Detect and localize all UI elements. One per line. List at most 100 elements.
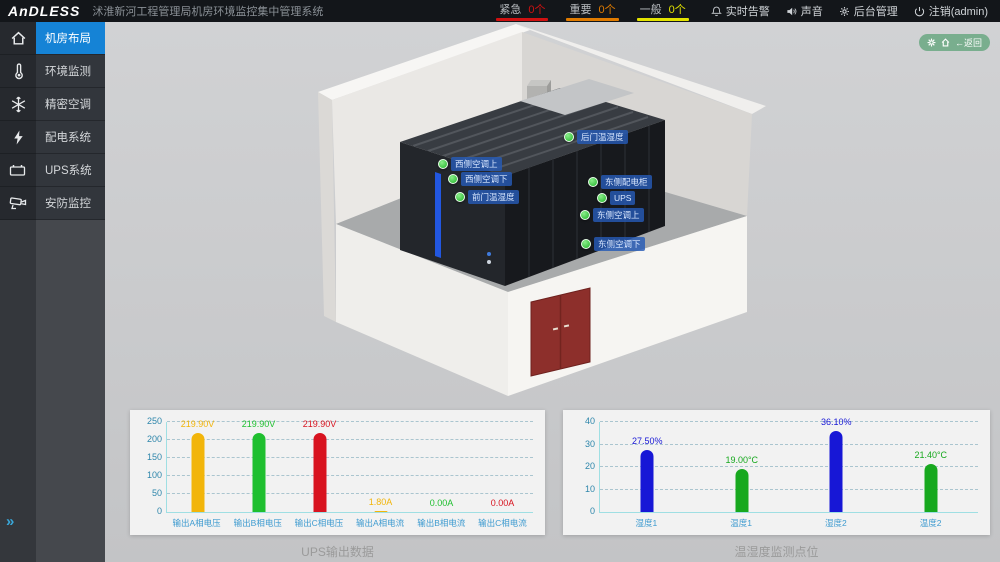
system-title: 沭淮新河工程管理局机房环境监控集中管理系统 [92, 3, 323, 19]
alarm-severity-bar [566, 18, 618, 21]
x-axis-tick: 输出B相电流 [411, 517, 472, 529]
settings-icon[interactable] [927, 38, 936, 47]
bar [830, 431, 843, 512]
x-axis-labels: 湿度1温度1湿度2温度2 [599, 517, 978, 529]
main-view: ←返回 [105, 22, 1000, 562]
alarm-stat-general[interactable]: 一般0个 [637, 1, 689, 21]
sidebar-item-environment[interactable]: 环境监测 [0, 55, 105, 88]
temp-humidity-chart: 01020304027.50%19.00°C36.10%21.40°C湿度1温度… [599, 422, 978, 513]
alarm-stats: 紧急 0个 重要0个一般0个 [496, 1, 688, 21]
marker-dot-icon [581, 239, 591, 249]
sidebar-item-hvac[interactable]: 精密空调 [0, 88, 105, 121]
bar-slot: 0.00A [411, 422, 472, 512]
marker-dot-icon [588, 177, 598, 187]
y-axis-tick: 200 [147, 434, 162, 444]
alarm-severity-bar [496, 18, 548, 21]
y-axis-tick: 40 [585, 416, 595, 426]
bar [735, 469, 748, 512]
home-icon[interactable] [941, 38, 950, 47]
alarm-count: 0个 [528, 1, 545, 17]
alarm-stat-important[interactable]: 重要0个 [566, 1, 618, 21]
sidebar-item-label: 机房布局 [36, 22, 105, 55]
sidebar-item-label: 精密空调 [36, 88, 105, 121]
marker-label: 东侧配电柜 [601, 175, 652, 189]
sidebar-item-label: UPS系统 [36, 154, 105, 187]
action-label: 声音 [801, 3, 823, 19]
y-axis-tick: 20 [585, 461, 595, 471]
y-axis-tick: 10 [585, 484, 595, 494]
marker-dot-icon [448, 174, 458, 184]
rack-marker[interactable]: 东侧配电柜 [588, 175, 652, 189]
bar-slot: 19.00°C [695, 422, 790, 512]
bar [374, 511, 387, 512]
action-label: 后台管理 [854, 3, 898, 19]
chart-plot-area: 01020304027.50%19.00°C36.10%21.40°C [599, 422, 978, 513]
logout-button[interactable]: 注销(admin) [914, 3, 988, 19]
action-label: 注销(admin) [929, 3, 988, 19]
ups-output-chart-panel: 050100150200250219.90V219.90V219.90V1.80… [130, 410, 545, 535]
sidebar-filler [0, 220, 105, 562]
realtime-alerts-button[interactable]: 实时告警 [711, 3, 770, 19]
y-axis-tick: 100 [147, 470, 162, 480]
alarm-severity-bar [637, 18, 689, 21]
bars-container: 27.50%19.00°C36.10%21.40°C [600, 422, 978, 512]
app-logo: AnDLESS [8, 3, 80, 19]
marker-label: 东侧空调上 [593, 208, 644, 222]
marker-dot-icon [455, 192, 465, 202]
sidebar-label-column [36, 220, 105, 562]
rack-marker[interactable]: 后门温湿度 [564, 130, 628, 144]
bar [252, 433, 265, 512]
bar-slot: 219.90V [167, 422, 228, 512]
rack-marker[interactable]: 前门温湿度 [455, 190, 519, 204]
bar-value-label: 21.40°C [914, 450, 947, 460]
chart-plot-area: 050100150200250219.90V219.90V219.90V1.80… [166, 422, 533, 513]
bar-value-label: 219.90V [181, 419, 215, 429]
action-label: 实时告警 [726, 3, 770, 19]
sidebar-item-video[interactable]: 安防监控 [0, 187, 105, 220]
rack-marker[interactable]: 西侧空调上 [438, 157, 502, 171]
sidebar-item-power[interactable]: 配电系统 [0, 121, 105, 154]
scene-toolbar[interactable]: ←返回 [919, 34, 990, 51]
y-axis-tick: 50 [152, 488, 162, 498]
bar-value-label: 0.00A [430, 498, 454, 508]
bar-value-label: 27.50% [632, 436, 663, 446]
sidebar: 机房布局环境监测精密空调配电系统UPS系统安防监控 » [0, 22, 105, 562]
rack-marker[interactable]: 东侧空调下 [581, 237, 645, 251]
bar-slot: 21.40°C [884, 422, 979, 512]
alarm-label: 紧急 [499, 1, 521, 17]
header-actions: 实时告警 声音 后台管理 注销(admin) [711, 3, 988, 19]
camera-icon [0, 187, 36, 220]
room-3d-view[interactable] [105, 22, 1000, 412]
x-axis-labels: 输出A相电压输出B相电压输出C相电压输出A相电流输出B相电流输出C相电流 [166, 517, 533, 529]
sidebar-expand-chevron[interactable]: » [6, 513, 14, 530]
bar-value-label: 219.90V [242, 419, 276, 429]
rack-marker[interactable]: 西侧空调下 [448, 172, 512, 186]
back-button[interactable]: ←返回 [955, 36, 982, 49]
admin-button[interactable]: 后台管理 [839, 3, 898, 19]
bar [313, 433, 326, 512]
lightning-icon [0, 121, 36, 154]
battery-icon [0, 154, 36, 187]
marker-dot-icon [580, 210, 590, 220]
bar-value-label: 1.80A [369, 497, 393, 507]
rack-indicator-light [487, 260, 491, 264]
y-axis-tick: 150 [147, 452, 162, 462]
gear-icon [839, 6, 850, 17]
alarm-stat-urgent[interactable]: 紧急 0个 [496, 1, 548, 21]
sidebar-item-label: 配电系统 [36, 121, 105, 154]
snowflake-icon [0, 88, 36, 121]
thermometer-icon [0, 55, 36, 88]
sound-button[interactable]: 声音 [786, 3, 823, 19]
rack-marker[interactable]: 东侧空调上 [580, 208, 644, 222]
x-axis-tick: 输出C相电压 [288, 517, 349, 529]
rack-marker[interactable]: UPS [597, 191, 635, 205]
bars-container: 219.90V219.90V219.90V1.80A0.00A0.00A [167, 422, 533, 512]
rack-indicator-light [487, 252, 491, 256]
sidebar-item-ups[interactable]: UPS系统 [0, 154, 105, 187]
vent-box-top [527, 80, 551, 86]
bell-icon [711, 6, 722, 17]
sidebar-item-room-layout[interactable]: 机房布局 [0, 22, 105, 55]
y-axis-tick: 30 [585, 439, 595, 449]
app-header: AnDLESS 沭淮新河工程管理局机房环境监控集中管理系统 紧急 0个 重要0个一般… [0, 0, 1000, 22]
marker-dot-icon [597, 193, 607, 203]
